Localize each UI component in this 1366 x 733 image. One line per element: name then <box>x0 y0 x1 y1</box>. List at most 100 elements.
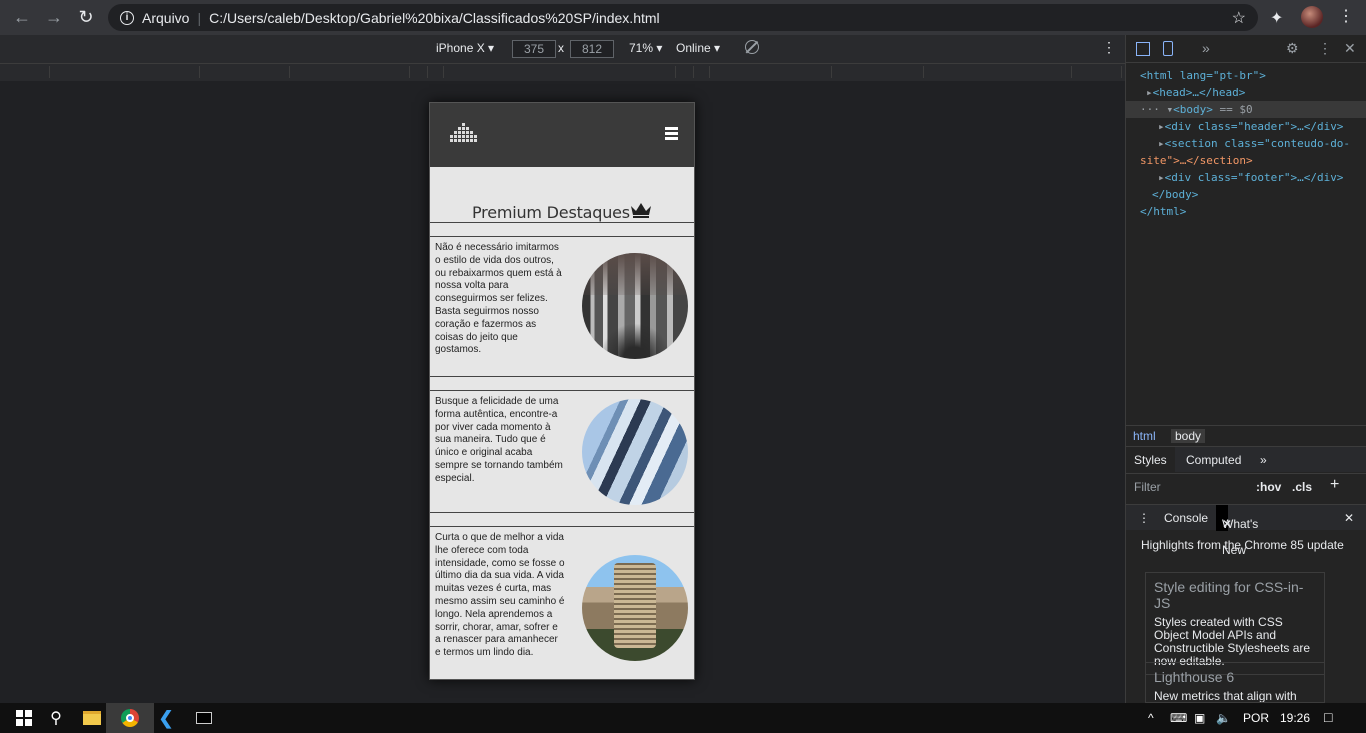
section-spacer <box>430 223 694 237</box>
keyboard-icon[interactable]: ⌨ <box>1170 711 1187 725</box>
tab-more[interactable]: » <box>1260 453 1267 467</box>
whats-new-card-body: Styles created with CSS Object Model API… <box>1154 615 1311 668</box>
bookmark-star-icon[interactable]: ☆ <box>1232 8 1246 28</box>
whats-new-card-body: New metrics that align with <box>1154 689 1297 703</box>
reload-icon[interactable]: ↻ <box>70 1 102 33</box>
breadcrumb: html body <box>1126 425 1366 445</box>
address-separator: | <box>197 9 202 26</box>
terminal-icon[interactable] <box>180 703 228 733</box>
drawer-heading: Highlights from the Chrome 85 update <box>1141 538 1344 552</box>
body-selected-marker: == $0 <box>1219 103 1253 116</box>
city-skyline-photo <box>582 253 688 359</box>
footer-div-tag: <div class="footer">…</div> <box>1164 171 1344 184</box>
device-toolbar-menu-icon[interactable]: ⋮ <box>1102 39 1116 56</box>
url-text[interactable]: C:/Users/caleb/Desktop/Gabriel%20bixa/Cl… <box>209 10 660 26</box>
mobile-device-frame[interactable]: Premium Destaques Não é necessário imita… <box>429 102 695 680</box>
dimension-times: x <box>558 41 564 55</box>
width-input[interactable]: 375 <box>512 40 556 58</box>
whats-new-card-title: Style editing for CSS-in-JS <box>1154 579 1304 611</box>
extensions-puzzle-icon[interactable]: ✦ <box>1270 8 1283 28</box>
tab-styles[interactable]: Styles <box>1126 447 1175 473</box>
devtools-menu-icon[interactable]: ⋮ <box>1318 40 1332 57</box>
html-close-tag: </html> <box>1140 205 1187 218</box>
hamburger-menu-icon[interactable] <box>665 127 678 140</box>
skyscraper-photo <box>582 399 688 505</box>
windows-logo-icon <box>16 710 32 726</box>
breadcrumb-body[interactable]: body <box>1171 429 1206 443</box>
crown-icon <box>631 203 651 218</box>
address-bar[interactable]: i Arquivo | C:/Users/caleb/Desktop/Gabri… <box>108 4 1258 31</box>
dom-node-section[interactable]: ▸<section class="conteudo-do- <box>1140 135 1366 152</box>
styles-filter-bar: Filter :hov .cls + <box>1126 473 1366 499</box>
building-photo <box>582 555 688 661</box>
notifications-icon[interactable]: □ <box>1324 709 1332 725</box>
back-arrow-icon[interactable]: ← <box>6 1 38 33</box>
head-tag: <head>…</head> <box>1152 86 1246 99</box>
drawer-menu-icon[interactable]: ⋮ <box>1138 511 1150 525</box>
elements-tree[interactable]: <html lang="pt-br"> ▸<head>…</head> ··· … <box>1126 63 1366 220</box>
device-toolbar: iPhone X ▾ 375 x 812 71% ▾ Online ▾ ⋮ <box>0 35 1125 63</box>
filter-input[interactable]: Filter <box>1134 480 1161 494</box>
dom-node-body[interactable]: ··· ▾<body> == $0 <box>1126 101 1366 118</box>
dom-node-body-close[interactable]: </body> <box>1140 186 1366 203</box>
body-close-tag: </body> <box>1152 188 1199 201</box>
device-select[interactable]: iPhone X ▾ <box>436 41 494 55</box>
whats-new-card[interactable]: Style editing for CSS-in-JS Styles creat… <box>1145 572 1325 675</box>
info-icon[interactable]: i <box>120 10 134 25</box>
hov-toggle[interactable]: :hov <box>1256 480 1281 494</box>
listing-card[interactable]: Curta o que de melhor a vida lhe oferece… <box>430 527 694 679</box>
card-spacer <box>430 513 694 527</box>
site-header <box>430 103 694 167</box>
tab-console[interactable]: Console <box>1164 511 1208 525</box>
clock[interactable]: 19:26 <box>1280 711 1310 725</box>
dom-node-head[interactable]: ▸<head>…</head> <box>1140 84 1366 101</box>
dom-node-html-close[interactable]: </html> <box>1140 203 1366 220</box>
forward-arrow-icon[interactable]: → <box>38 1 70 33</box>
devtools-panel: » ⚙ ⋮ ✕ <html lang="pt-br"> ▸<head>…</he… <box>1125 35 1366 703</box>
tab-computed[interactable]: Computed <box>1186 453 1241 467</box>
dom-node-section-cont[interactable]: site">…</section> <box>1140 152 1366 169</box>
close-devtools-icon[interactable]: ✕ <box>1344 40 1356 57</box>
dom-node-header[interactable]: ▸<div class="header">…</div> <box>1140 118 1366 135</box>
close-drawer-icon[interactable]: ✕ <box>1344 511 1354 525</box>
cls-toggle[interactable]: .cls <box>1292 480 1312 494</box>
volume-icon[interactable]: 🔈 <box>1216 711 1231 725</box>
tab-whats-new[interactable]: What's New ✕ <box>1216 505 1258 557</box>
header-div-tag: <div class="header">…</div> <box>1164 120 1344 133</box>
listing-card[interactable]: Não é necessário imitarmos o estilo de v… <box>430 237 694 377</box>
whats-new-card[interactable]: Lighthouse 6 New metrics that align with <box>1145 662 1325 703</box>
listing-description: Não é necessário imitarmos o estilo de v… <box>435 242 562 356</box>
building-logo-icon[interactable] <box>448 121 480 145</box>
scheme-label: Arquivo <box>142 9 190 26</box>
network-throttle-select[interactable]: Online ▾ <box>676 41 720 55</box>
network-icon[interactable]: ▣ <box>1194 711 1205 725</box>
premium-section-title: Premium Destaques <box>430 167 694 223</box>
add-rule-icon[interactable]: + <box>1330 476 1339 494</box>
dom-node-footer[interactable]: ▸<div class="footer">…</div> <box>1140 169 1366 186</box>
device-toggle-icon[interactable] <box>1163 41 1173 56</box>
language-indicator[interactable]: POR <box>1243 711 1269 725</box>
media-query-bar[interactable] <box>0 63 1125 81</box>
listing-description: Busque a felicidade de uma forma autênti… <box>435 396 563 484</box>
close-tab-icon[interactable]: ✕ <box>1222 511 1232 537</box>
listing-description: Curta o que de melhor a vida lhe oferece… <box>435 532 565 659</box>
settings-gear-icon[interactable]: ⚙ <box>1286 40 1299 57</box>
browser-menu-icon[interactable]: ⋮ <box>1338 6 1354 26</box>
inspect-element-icon[interactable] <box>1136 42 1150 56</box>
rotate-icon[interactable] <box>745 40 759 54</box>
html-open-tag: <html lang="pt-br"> <box>1140 69 1266 82</box>
section-tag-line2: site">…</section> <box>1140 154 1253 167</box>
styles-tabbar: Styles Computed » <box>1126 446 1366 473</box>
section-title-text: Premium Destaques <box>472 203 630 222</box>
breadcrumb-html[interactable]: html <box>1133 429 1156 443</box>
network-value: Online <box>676 41 711 55</box>
device-name: iPhone X <box>436 41 485 55</box>
more-tabs-icon[interactable]: » <box>1202 40 1210 56</box>
listing-card[interactable]: Busque a felicidade de uma forma autênti… <box>430 391 694 513</box>
profile-avatar[interactable] <box>1301 6 1323 28</box>
height-input[interactable]: 812 <box>570 40 614 58</box>
zoom-select[interactable]: 71% ▾ <box>629 41 662 55</box>
tray-chevron-icon[interactable]: ^ <box>1148 711 1154 725</box>
dom-node-html[interactable]: <html lang="pt-br"> <box>1140 67 1366 84</box>
page-viewport: Premium Destaques Não é necessário imita… <box>0 81 1125 703</box>
